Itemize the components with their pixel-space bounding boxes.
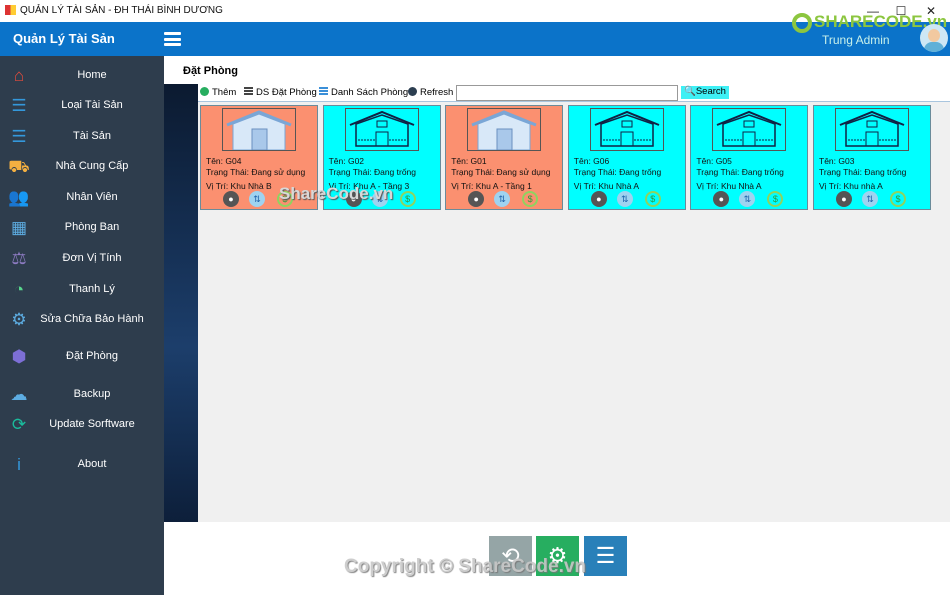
sidebar-item-label: Tài Sản bbox=[73, 130, 111, 142]
room-name: Tên: G03 bbox=[819, 156, 855, 166]
refresh-icon bbox=[408, 87, 417, 96]
sidebar-item-label: Phòng Ban bbox=[64, 221, 120, 233]
sidebar-item-9[interactable]: ⬢ Đặt Phòng bbox=[0, 343, 164, 371]
app-icon bbox=[5, 5, 16, 15]
hamburger-menu-icon[interactable] bbox=[164, 32, 181, 46]
payment-dollar-icon[interactable]: $ bbox=[767, 191, 784, 207]
sidebar-item-label: About bbox=[77, 458, 107, 470]
decorative-strip bbox=[164, 84, 198, 522]
payment-dollar-icon[interactable]: $ bbox=[399, 191, 416, 207]
sidebar: ⌂ Home ☰ Loại Tài Sản ☰ Tài Sản ⛟ Nhà Cung Cấp 👥… bbox=[0, 56, 164, 595]
main-content: Đặt Phòng Thêm DS Đặt Phòng Danh Sách Ph… bbox=[164, 56, 950, 522]
cloud-transfer-icon[interactable]: ⇅ bbox=[616, 191, 633, 207]
room-location: Vị Trí: Khu Nhà B bbox=[206, 181, 272, 191]
sidebar-item-3[interactable]: ⛟ Nhà Cung Cấp bbox=[0, 153, 164, 181]
add-button[interactable]: Thêm bbox=[200, 87, 236, 98]
cloud-transfer-icon[interactable]: ⇅ bbox=[739, 191, 756, 207]
sidebar-item-label: Backup bbox=[73, 388, 111, 400]
page-title: Đặt Phòng bbox=[183, 65, 238, 77]
sidebar-item-5[interactable]: ▦ Phòng Ban bbox=[0, 214, 164, 242]
sidebar-item-label: Nhà Cung Cấp bbox=[55, 160, 129, 172]
room-status: Trạng Thái: Đang trống bbox=[328, 167, 417, 177]
room-status: Trạng Thái: Đang sử dụng bbox=[451, 167, 551, 177]
user-name[interactable]: Trung Admin bbox=[822, 33, 890, 47]
user-avatar[interactable] bbox=[920, 24, 948, 52]
footer: ⟲ ⚙ ☰ Copyright © ShareCode.vn bbox=[164, 522, 950, 595]
toolbar: Thêm DS Đặt Phòng Danh Sách Phòng Refres… bbox=[198, 84, 950, 102]
list-icon bbox=[244, 87, 253, 96]
sidebar-item-label: Nhân Viên bbox=[66, 191, 118, 203]
sidebar-item-11[interactable]: ⟳ Update Sorftware bbox=[0, 411, 164, 439]
sidebar-item-2[interactable]: ☰ Tài Sản bbox=[0, 123, 164, 151]
cloud-transfer-icon[interactable]: ⇅ bbox=[249, 191, 265, 207]
brand-title: Quản Lý Tài Sản bbox=[13, 31, 115, 46]
watermark: ShareCode.vn bbox=[279, 184, 394, 203]
room-name: Tên: G02 bbox=[328, 156, 365, 166]
refresh-button[interactable]: Refresh bbox=[408, 87, 453, 98]
sidebar-item-10[interactable]: ☁ Backup bbox=[0, 381, 164, 409]
sidebar-item-label: Loại Tài Sản bbox=[61, 99, 123, 111]
house-icon bbox=[344, 108, 419, 151]
house-icon bbox=[222, 108, 296, 151]
sidebar-item-label: Đơn Vị Tính bbox=[62, 252, 122, 264]
sidebar-item-label: Thanh Lý bbox=[69, 283, 115, 295]
room-card[interactable]: Tên: G01 Trạng Thái: Đang sử dụng Vị Trí… bbox=[445, 105, 564, 210]
view-eye-icon[interactable]: ● bbox=[468, 191, 485, 207]
house-icon bbox=[589, 108, 664, 151]
payment-dollar-icon[interactable]: $ bbox=[644, 191, 661, 207]
sidebar-item-label: Sửa Chữa Bảo Hành bbox=[40, 313, 144, 325]
room-location: Vị Trí: Khu Nhà A bbox=[573, 181, 639, 191]
sidebar-item-7[interactable]: ◔ Thanh Lý bbox=[0, 276, 164, 304]
sidebar-item-label: Update Sorftware bbox=[49, 418, 135, 430]
sidebar-item-1[interactable]: ☰ Loại Tài Sản bbox=[0, 92, 164, 120]
room-status: Trạng Thái: Đang trống bbox=[819, 167, 907, 177]
room-list-button[interactable]: Danh Sách Phòng bbox=[319, 87, 408, 98]
view-eye-icon[interactable]: ● bbox=[713, 191, 730, 207]
room-status: Trạng Thái: Đang sử dụng bbox=[206, 167, 306, 177]
list-icon: ☰ bbox=[595, 543, 616, 568]
sidebar-item-12[interactable]: i About bbox=[0, 451, 164, 479]
room-grid: Tên: G04 Trạng Thái: Đang sử dụng Vị Trí… bbox=[198, 102, 950, 522]
sidebar-item-4[interactable]: 👥 Nhân Viên bbox=[0, 184, 164, 212]
cloud-transfer-icon[interactable]: ⇅ bbox=[494, 191, 511, 207]
room-name: Tên: G05 bbox=[696, 156, 732, 166]
menu-list-button[interactable]: ☰ bbox=[584, 536, 627, 576]
payment-dollar-icon[interactable]: $ bbox=[890, 191, 906, 207]
search-icon: 🔍 bbox=[684, 86, 696, 97]
search-input[interactable] bbox=[456, 85, 678, 101]
house-icon bbox=[712, 108, 787, 151]
room-name: Tên: G06 bbox=[573, 156, 610, 166]
room-status: Trạng Thái: Đang trống bbox=[696, 167, 784, 177]
plus-icon bbox=[200, 87, 209, 96]
search-button[interactable]: 🔍Search bbox=[681, 86, 729, 99]
house-icon bbox=[835, 108, 909, 151]
room-card[interactable]: Tên: G03 Trạng Thái: Đang trống Vị Trí: … bbox=[813, 105, 931, 210]
sidebar-item-label: Đặt Phòng bbox=[66, 350, 118, 362]
room-location: Vị Trí: Khu A - Tầng 1 bbox=[451, 181, 532, 191]
booking-list-button[interactable]: DS Đặt Phòng bbox=[244, 87, 317, 98]
window-title: QUẢN LÝ TÀI SẢN - ĐH THÁI BÌNH DƯƠNG bbox=[20, 5, 223, 16]
room-name: Tên: G04 bbox=[206, 156, 242, 166]
room-name: Tên: G01 bbox=[451, 156, 487, 166]
list-icon bbox=[319, 87, 328, 96]
room-status: Trạng Thái: Đang trống bbox=[573, 167, 662, 177]
room-card[interactable]: Tên: G06 Trạng Thái: Đang trống Vị Trí: … bbox=[567, 105, 686, 210]
payment-dollar-icon[interactable]: $ bbox=[522, 191, 539, 207]
house-icon bbox=[467, 108, 542, 151]
room-location: Vị Trí: Khu nhà A bbox=[819, 181, 883, 191]
sidebar-item-8[interactable]: ⚙ Sửa Chữa Bảo Hành bbox=[0, 306, 164, 334]
room-location: Vị Trí: Khu Nhà A bbox=[696, 181, 762, 191]
view-eye-icon[interactable]: ● bbox=[590, 191, 607, 207]
sidebar-item-label: Home bbox=[77, 69, 107, 81]
sidebar-item-6[interactable]: ⚖ Đơn Vị Tính bbox=[0, 245, 164, 273]
view-eye-icon[interactable]: ● bbox=[223, 191, 239, 207]
sidebar-item-0[interactable]: ⌂ Home bbox=[0, 62, 164, 90]
room-card[interactable]: Tên: G05 Trạng Thái: Đang trống Vị Trí: … bbox=[690, 105, 809, 210]
cloud-transfer-icon[interactable]: ⇅ bbox=[862, 191, 878, 207]
copyright: Copyright © ShareCode.vn bbox=[344, 556, 587, 577]
view-eye-icon[interactable]: ● bbox=[836, 191, 852, 207]
